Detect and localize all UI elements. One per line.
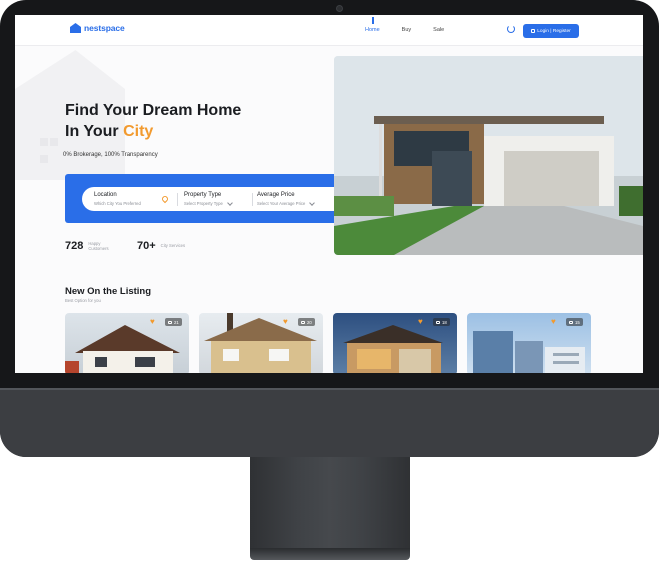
listing-section-title: New On the Listing (65, 286, 152, 297)
logo[interactable]: nestspace (70, 23, 125, 33)
property-type-dropdown[interactable]: Property Type Select Property Type (184, 192, 233, 206)
stat-happy-customers: 728 Happy Customers (65, 240, 118, 252)
chevron-down-icon (309, 199, 316, 206)
chevron-down-icon (226, 199, 233, 206)
field-divider (252, 193, 253, 206)
house-logo-icon (70, 23, 81, 33)
hero-title: Find Your Dream Home In Your City (65, 101, 325, 142)
average-price-title: Average Price (257, 192, 295, 198)
average-price-placeholder: Select Your Average Price (257, 199, 316, 206)
screen: nestspace Home Buy Sale Login | Register… (15, 15, 643, 373)
camera-icon (436, 320, 440, 324)
stat-value: 728 (65, 240, 84, 252)
listing-card[interactable]: ♥ 21 (65, 313, 189, 373)
stat-city-services: 70+ City Services (137, 240, 191, 252)
top-nav: nestspace Home Buy Sale Login | Register (15, 15, 643, 46)
monitor-chin (0, 388, 659, 457)
camera-icon (336, 5, 343, 12)
login-register-label: Login | Register (537, 28, 571, 34)
property-type-placeholder: Select Property Type (184, 199, 233, 206)
camera-icon (168, 320, 172, 324)
nav-links: Home Buy Sale (365, 27, 466, 33)
listing-card[interactable]: ♥ 20 (199, 313, 323, 373)
camera-icon (301, 320, 305, 324)
nav-link-sale[interactable]: Sale (433, 27, 444, 33)
photo-count-badge: 21 (165, 318, 182, 326)
background-window (40, 138, 48, 146)
background-window (40, 155, 48, 163)
stat-label: Happy Customers (88, 240, 109, 252)
hero-title-line1: Find Your Dream Home (65, 102, 242, 119)
modern-house-illustration (334, 56, 643, 255)
location-placeholder: Which City You Preferred (94, 201, 141, 206)
background-window (50, 138, 58, 146)
average-price-dropdown[interactable]: Average Price Select Your Average Price (257, 192, 316, 206)
favorite-heart-icon[interactable]: ♥ (418, 318, 426, 326)
hero-title-accent: City (123, 122, 154, 140)
property-type-title: Property Type (184, 192, 222, 198)
user-icon (531, 29, 536, 33)
listing-card[interactable]: ♥ 15 (467, 313, 591, 373)
location-title: Location (94, 192, 117, 198)
favorite-heart-icon[interactable]: ♥ (283, 318, 291, 326)
monitor-stand (250, 457, 410, 552)
favorite-heart-icon[interactable]: ♥ (150, 318, 158, 326)
hero-title-line2: In Your City (65, 122, 325, 143)
listing-card[interactable]: ♥ 18 (333, 313, 457, 373)
hero-house-image (334, 56, 643, 255)
photo-count-badge: 20 (298, 318, 315, 326)
field-divider (177, 193, 178, 206)
favorite-heart-icon[interactable]: ♥ (551, 318, 559, 326)
location-field[interactable]: Location Which City You Preferred (94, 192, 141, 206)
hero-title-prefix: In Your (65, 122, 124, 140)
nav-link-home[interactable]: Home (365, 27, 380, 33)
monitor-stand-base (250, 548, 410, 560)
theme-toggle-icon[interactable] (507, 25, 515, 33)
photo-count-badge: 15 (566, 318, 583, 326)
listing-section-subtitle: Best Option for you (65, 298, 101, 303)
logo-text: nestspace (84, 23, 125, 33)
location-pin-icon (160, 194, 170, 204)
active-nav-indicator (372, 17, 374, 24)
nav-link-buy[interactable]: Buy (402, 27, 411, 33)
stat-value: 70+ (137, 240, 156, 252)
camera-icon (569, 320, 573, 324)
photo-count-badge: 18 (433, 318, 450, 326)
stat-label: City Services (160, 243, 186, 249)
login-register-button[interactable]: Login | Register (523, 24, 579, 38)
chin-divider (0, 388, 659, 390)
hero-tagline: 0% Brokerage, 100% Transparency (63, 152, 158, 158)
desktop-mockup: nestspace Home Buy Sale Login | Register… (0, 0, 659, 562)
